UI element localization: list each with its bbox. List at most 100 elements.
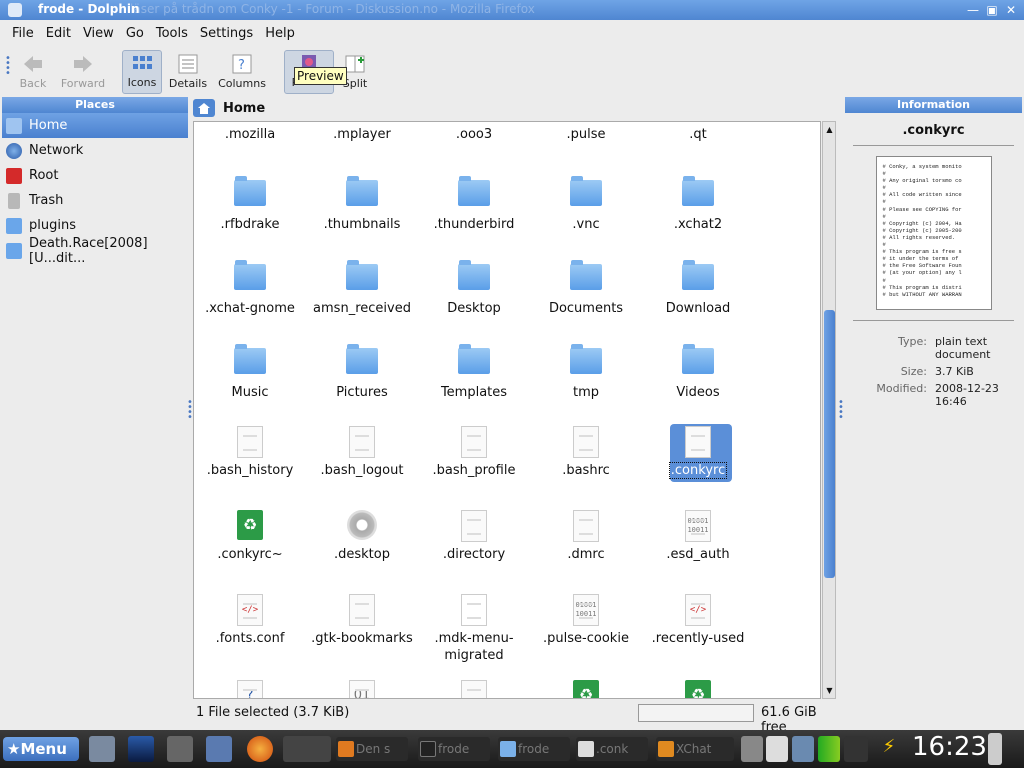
file-item-thumbnails[interactable]: .thumbnails	[307, 174, 417, 233]
icons-view-button[interactable]: Icons	[122, 50, 162, 94]
scroll-up-icon[interactable]: ▲	[824, 123, 835, 136]
menu-go[interactable]: Go	[120, 26, 150, 41]
file-view[interactable]: .mozilla .mplayer .ooo3 .pulse .qt .rfbdrake.…	[193, 121, 821, 699]
place-trash[interactable]: Trash	[2, 188, 188, 213]
menu-view[interactable]: View	[77, 26, 120, 41]
file-item-videos[interactable]: Videos	[643, 342, 753, 401]
menu-tools[interactable]: Tools	[150, 26, 194, 41]
task-editor[interactable]: .conk	[576, 737, 648, 761]
file-item-partial[interactable]: ♻	[643, 680, 753, 698]
home-location-icon[interactable]	[193, 99, 215, 117]
info-splitter[interactable]: • • • •	[838, 398, 844, 423]
place-home[interactable]: Home	[2, 113, 188, 138]
scroll-down-icon[interactable]: ▼	[824, 684, 835, 697]
file-item-download[interactable]: Download	[643, 258, 753, 317]
file-item-mplayer[interactable]: .mplayer	[307, 126, 417, 143]
file-item-partial[interactable]: 01	[307, 680, 417, 698]
folder-icon	[6, 217, 22, 234]
file-item-ooo3[interactable]: .ooo3	[419, 126, 529, 143]
file-item-mdk-menu-migrated[interactable]: .mdk-menu-migrated	[419, 594, 529, 664]
task-terminal[interactable]: frode	[418, 737, 490, 761]
tools-launcher-icon[interactable]	[167, 736, 193, 762]
desktop-launcher-icon[interactable]	[128, 736, 154, 762]
file-item-partial[interactable]	[419, 680, 529, 698]
file-item-xchat2[interactable]: .xchat2	[643, 174, 753, 233]
maximize-icon[interactable]: ▣	[985, 3, 999, 17]
file-item-pictures[interactable]: Pictures	[307, 342, 417, 401]
place-network[interactable]: Network	[2, 138, 188, 163]
file-item-partial[interactable]: ♻	[531, 680, 641, 698]
file-item-gtk-bookmarks[interactable]: .gtk-bookmarks	[307, 594, 417, 647]
file-item-esd-auth[interactable]: 01001 10011 .esd_auth	[643, 510, 753, 563]
xchat-tray-icon[interactable]	[844, 736, 868, 762]
file-item-recently-used[interactable]: </> .recently-used	[643, 594, 753, 647]
file-item-bash-history[interactable]: .bash_history	[195, 426, 305, 479]
control-center-launcher-icon[interactable]	[206, 736, 232, 762]
details-view-button[interactable]: Details	[168, 52, 208, 96]
file-item-dmrc[interactable]: .dmrc	[531, 510, 641, 563]
task-xchat[interactable]: XChat	[656, 737, 734, 761]
file-item-bash-logout[interactable]: .bash_logout	[307, 426, 417, 479]
clipboard-icon[interactable]	[766, 736, 788, 762]
columns-view-button[interactable]: ? Columns	[218, 52, 266, 96]
file-item-pulse[interactable]: .pulse	[531, 126, 641, 143]
firefox-launcher-icon[interactable]	[247, 736, 273, 762]
location-bar[interactable]: Home	[193, 97, 838, 119]
information-panel: .conkyrc # Conky, a system monito # # An…	[845, 113, 1022, 408]
folder-icon	[458, 260, 490, 296]
volume-icon[interactable]	[741, 736, 763, 762]
file-item-rfbdrake[interactable]: .rfbdrake	[195, 174, 305, 233]
menu-file[interactable]: File	[6, 26, 40, 41]
places-splitter[interactable]: • • • •	[187, 398, 193, 423]
file-item-xchat-gnome[interactable]: .xchat-gnome	[195, 258, 305, 317]
file-item-bashrc[interactable]: .bashrc	[531, 426, 641, 479]
file-item-pulse-cookie[interactable]: 01001 10011 .pulse-cookie	[531, 594, 641, 647]
icons-view-icon	[133, 56, 152, 69]
dolphin-app-icon[interactable]	[8, 3, 22, 17]
file-item-tmp[interactable]: tmp	[531, 342, 641, 401]
menu-edit[interactable]: Edit	[40, 26, 77, 41]
file-item-desktop[interactable]: .desktop	[307, 510, 417, 563]
file-manager-launcher-icon[interactable]	[89, 736, 115, 762]
place-death-race[interactable]: Death.Race[2008][U...dit...	[2, 236, 188, 266]
file-item-qt[interactable]: .qt	[643, 126, 753, 143]
file-name: .xchat2	[673, 217, 723, 232]
file-item-desktop[interactable]: Desktop	[419, 258, 529, 317]
file-item-conkyrc[interactable]: .conkyrc	[643, 424, 753, 482]
file-item-music[interactable]: Music	[195, 342, 305, 401]
file-item-mozilla[interactable]: .mozilla	[195, 126, 305, 143]
task-dolphin[interactable]: frode	[498, 737, 570, 761]
close-icon[interactable]: ✕	[1004, 3, 1018, 17]
back-button[interactable]: Back	[16, 52, 50, 96]
signal-strength-icon[interactable]	[818, 736, 840, 762]
file-view-scrollbar[interactable]: ▲ ▼	[822, 121, 836, 699]
location-path: Home	[223, 100, 266, 116]
backup-file-icon: ♻	[570, 680, 602, 698]
file-name: .conkyrc	[668, 462, 728, 479]
menu-help[interactable]: Help	[259, 26, 301, 41]
file-item-fonts-conf[interactable]: </> .fonts.conf	[195, 594, 305, 647]
menu-settings[interactable]: Settings	[194, 26, 259, 41]
file-item-bash-profile[interactable]: .bash_profile	[419, 426, 529, 479]
file-item-thunderbird[interactable]: .thunderbird	[419, 174, 529, 233]
file-item-directory[interactable]: .directory	[419, 510, 529, 563]
file-item-partial[interactable]: ?	[195, 680, 305, 698]
file-item-vnc[interactable]: .vnc	[531, 174, 641, 233]
file-item-templates[interactable]: Templates	[419, 342, 529, 401]
network-monitor-icon[interactable]	[792, 736, 814, 762]
title-bar[interactable]: läser på trådn om Conky -1 - Forum - Dis…	[0, 0, 1024, 20]
file-item-amsn-received[interactable]: amsn_received	[307, 258, 417, 317]
forward-button[interactable]: Forward	[60, 52, 106, 96]
file-item-conkyrc[interactable]: ♻ .conkyrc~	[195, 510, 305, 563]
start-menu-button[interactable]: ★Menu	[3, 737, 79, 761]
scrollbar-thumb[interactable]	[824, 310, 835, 578]
toolbar-grip[interactable]: • • • •	[5, 54, 11, 79]
virtual-desktops-pager[interactable]	[283, 736, 331, 762]
notifier-icon[interactable]	[988, 733, 1002, 765]
task-firefox[interactable]: Den s	[336, 737, 408, 761]
minimize-icon[interactable]: —	[966, 3, 980, 17]
file-item-documents[interactable]: Documents	[531, 258, 641, 317]
power-icon[interactable]: ⚡	[880, 736, 898, 762]
place-root[interactable]: Root	[2, 163, 188, 188]
place-plugins[interactable]: plugins	[2, 213, 188, 238]
